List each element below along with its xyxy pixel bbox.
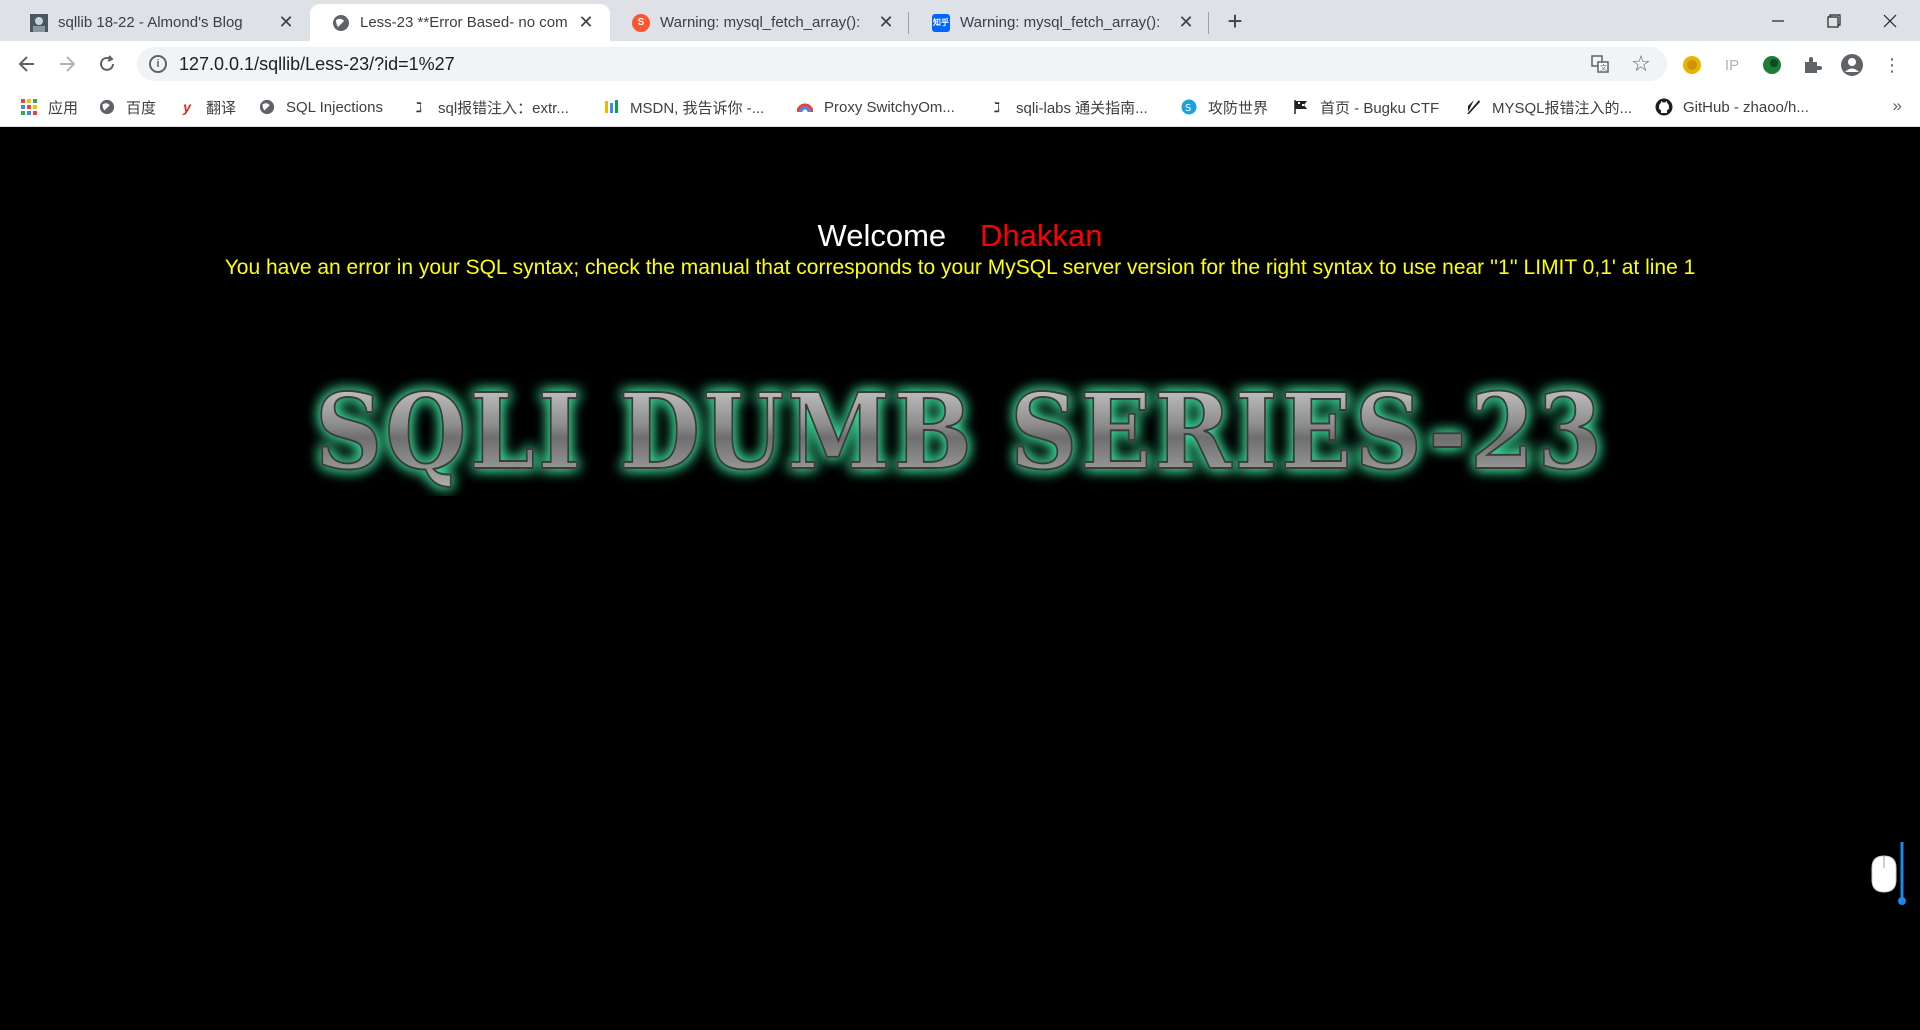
bookmark-baidu[interactable]: 百度 xyxy=(98,96,156,118)
translate-icon[interactable]: 文 xyxy=(1589,53,1611,75)
bookmark-label: Proxy SwitchyOm... xyxy=(824,98,955,116)
bookmark-adworld[interactable]: S 攻防世界 xyxy=(1180,96,1268,118)
tab-less-23[interactable]: Less-23 **Error Based- no com ✕ xyxy=(310,4,610,41)
tab-separator xyxy=(1208,12,1209,34)
bookmark-label: GitHub - zhaoo/h... xyxy=(1683,98,1809,116)
bookmark-translate[interactable]: y 翻译 xyxy=(178,96,236,118)
bookmark-sqli-labs-guide[interactable]: ℷ sqli-labs 通关指南... xyxy=(988,96,1148,118)
sqli-dumb-series-banner: SQLI DUMB SERIES-23 xyxy=(314,369,1605,494)
minimize-icon xyxy=(1772,19,1784,22)
tab-title: Warning: mysql_fetch_array(): xyxy=(660,14,861,31)
switchyomega-icon xyxy=(796,98,814,116)
welcome-name: Dhakkan xyxy=(980,218,1103,253)
tab-strip: sqllib 18-22 - Almond's Blog ✕ Less-23 *… xyxy=(0,0,1920,41)
globe-icon xyxy=(98,98,116,116)
address-bar[interactable]: i 127.0.0.1/sqllib/Less-23/?id=1%27 文 ☆ xyxy=(137,47,1667,81)
tab-title: Less-23 **Error Based- no com xyxy=(360,14,568,31)
blog-icon: ℷ xyxy=(993,98,1001,115)
blog-icon: ℷ xyxy=(415,98,423,115)
minimize-button[interactable] xyxy=(1750,0,1806,41)
banner-text: SQLI DUMB SERIES-23 xyxy=(315,370,1605,493)
tab-zhihu-warning[interactable]: 知乎 Warning: mysql_fetch_array(): ✕ xyxy=(910,4,1210,41)
globe-icon xyxy=(258,98,276,116)
bookmark-sql-error-extr[interactable]: ℷ sql报错注入：extr... xyxy=(410,96,569,118)
bookmark-msdn[interactable]: MSDN, 我告诉你 -... xyxy=(602,96,764,118)
apps-grid-icon xyxy=(20,98,38,116)
new-tab-button[interactable]: + xyxy=(1221,8,1249,36)
bookmark-sql-injections[interactable]: SQL Injections xyxy=(258,96,383,118)
site-info-icon[interactable]: i xyxy=(149,55,167,73)
url-text[interactable]: 127.0.0.1/sqllib/Less-23/?id=1%27 xyxy=(179,54,455,75)
restore-icon xyxy=(1827,13,1841,28)
back-button[interactable] xyxy=(12,49,42,79)
svg-text:文: 文 xyxy=(1600,63,1607,72)
restore-button[interactable] xyxy=(1806,0,1862,41)
forward-button[interactable] xyxy=(52,49,82,79)
browser-toolbar: i 127.0.0.1/sqllib/Less-23/?id=1%27 文 ☆ … xyxy=(0,41,1920,87)
feather-icon xyxy=(1464,98,1482,116)
bookmark-label: 攻防世界 xyxy=(1208,99,1269,117)
extension-coin-icon[interactable] xyxy=(1680,53,1704,77)
sql-error-message: You have an error in your SQL syntax; ch… xyxy=(224,256,1696,279)
mouse-scroll-widget[interactable] xyxy=(1868,838,1908,908)
tab-csdn-warning[interactable]: S Warning: mysql_fetch_array(): ✕ xyxy=(610,4,910,41)
bookmark-label: 百度 xyxy=(126,99,157,117)
bookmark-label: MYSQL报错注入的... xyxy=(1492,99,1633,117)
menu-kebab-icon[interactable]: ⋮ xyxy=(1880,53,1904,77)
bookmark-label: 首页 - Bugku CTF xyxy=(1320,99,1440,117)
tab-almonds-blog[interactable]: sqllib 18-22 - Almond's Blog ✕ xyxy=(8,4,310,41)
close-tab-icon[interactable]: ✕ xyxy=(1176,12,1196,33)
bookmark-switchyomega[interactable]: Proxy SwitchyOm... xyxy=(796,96,955,118)
tab-separator xyxy=(908,12,909,34)
close-tab-icon[interactable]: ✕ xyxy=(876,12,896,33)
profile-avatar-icon[interactable] xyxy=(1840,53,1864,77)
forward-arrow-icon xyxy=(60,56,76,72)
reload-button[interactable] xyxy=(92,49,122,79)
csdn-icon: S xyxy=(632,13,650,32)
adworld-icon: S xyxy=(1180,98,1198,116)
zhihu-icon: 知乎 xyxy=(932,13,950,32)
close-tab-icon[interactable]: ✕ xyxy=(276,12,296,33)
close-window-button[interactable] xyxy=(1862,0,1918,41)
welcome-text: Welcome xyxy=(817,218,947,253)
page-content: Welcome Dhakkan You have an error in your… xyxy=(0,128,1920,1030)
bookmark-label: sqli-labs 通关指南... xyxy=(1016,99,1148,117)
svg-text:S: S xyxy=(1185,103,1191,114)
close-tab-icon[interactable]: ✕ xyxy=(576,12,596,33)
bookmark-label: MSDN, 我告诉你 -... xyxy=(630,99,765,117)
github-icon xyxy=(1655,98,1673,116)
ip-extension-icon[interactable]: IP xyxy=(1720,53,1744,77)
bookmark-mysql-error[interactable]: MYSQL报错注入的... xyxy=(1464,96,1632,118)
bookmark-label: SQL Injections xyxy=(286,98,383,116)
extension-green-icon[interactable] xyxy=(1760,53,1784,77)
bookmarks-bar: 应用 百度 y 翻译 SQL Injections ℷ sql报错注入：extr… xyxy=(0,87,1920,127)
flag-icon xyxy=(1292,98,1310,116)
close-icon xyxy=(1883,14,1897,27)
bookmark-label: 应用 xyxy=(48,99,79,117)
bookmark-github[interactable]: GitHub - zhaoo/h... xyxy=(1655,96,1809,118)
bookmarks-overflow-chevron-icon[interactable]: » xyxy=(1893,96,1902,116)
reload-icon xyxy=(100,55,114,71)
tab-title: Warning: mysql_fetch_array(): xyxy=(960,14,1161,31)
tab-title: sqllib 18-22 - Almond's Blog xyxy=(58,14,243,31)
avatar-icon xyxy=(30,13,48,32)
bookmark-apps[interactable]: 应用 xyxy=(20,96,78,118)
welcome-heading: Welcome Dhakkan xyxy=(0,218,1920,254)
bookmark-label: 翻译 xyxy=(206,99,237,117)
bookmark-bugku[interactable]: 首页 - Bugku CTF xyxy=(1292,96,1439,118)
bookmark-label: sql报错注入：extr... xyxy=(438,99,569,117)
msdn-icon xyxy=(602,98,620,116)
bookmark-star-icon[interactable]: ☆ xyxy=(1630,51,1652,76)
globe-icon xyxy=(332,14,350,32)
extensions-puzzle-icon[interactable] xyxy=(1800,53,1824,77)
youdao-icon: y xyxy=(183,99,191,115)
back-arrow-icon xyxy=(18,56,34,72)
